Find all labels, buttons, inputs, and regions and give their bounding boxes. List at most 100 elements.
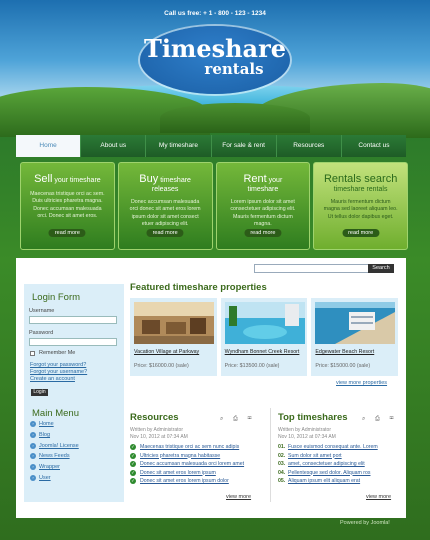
property-card[interactable]: Edgewater Beach Resort Price: $15000.00 … [311,298,399,376]
read-more-button[interactable]: read more [146,229,184,237]
main-menu-title: Main Menu [32,408,79,419]
menu-item-label: Blog [39,431,51,438]
login-form-title: Login Form [32,292,81,303]
list-item[interactable]: ✓ Donec sit amet eros lorem ipsum [130,469,244,479]
property-card[interactable]: Wyndham Bonnet Creek Resort Price: $1350… [220,298,308,376]
article-action-icons[interactable]: ⌕ ⎙ ✉ [362,416,398,423]
list-item[interactable]: 02. Sum dolor sit amet port [278,453,378,462]
menu-item-label: Wrapper [39,464,60,471]
list-item[interactable]: ✓ Maecenas tristique orci ac sem nunc adi… [130,444,244,453]
view-more-properties-link[interactable]: view more properties [336,380,387,386]
resources-view-more-link[interactable]: view more [226,494,251,500]
search-button[interactable]: Search [368,264,394,273]
feature-text: Maecenas tristique orci ac sem. Duis ult… [30,191,105,219]
list-item-number: 04. [278,469,286,476]
resources-meta: Written by Administrator Nov 10, 2012 at… [130,427,188,440]
password-label: Password [29,330,54,336]
list-item-label: Ultricies pharetra magna habitasse [140,452,221,459]
search-input[interactable] [254,264,380,273]
main-menu-item-news-feeds[interactable]: › News Feeds [30,453,79,464]
list-item[interactable]: 05. Aliquam ipsum elit aliquam erat [278,478,378,487]
arrow-right-icon: › [30,453,36,460]
main-menu-item-blog[interactable]: › Blog [30,431,79,443]
property-photo-pool[interactable] [224,302,305,344]
nav-my-timeshare[interactable]: My timeshare [145,135,210,157]
feature-buy: Buy timeshare releases Donec accumsan ma… [117,162,213,250]
login-button[interactable]: Login [31,389,48,396]
arrow-right-icon: › [30,421,36,427]
nav-for-sale-rent[interactable]: For sale & rent [210,135,276,157]
nav-about-us[interactable]: About us [80,135,145,157]
remember-me-label: Remember Me [39,350,76,356]
list-item-label: amet, consectetuer adipiscing elit [288,461,365,467]
create-account-link[interactable]: Create an account [30,376,75,382]
property-card[interactable]: Vacation Village at Parkway Price: $1600… [130,298,217,376]
feature-text: Lorem ipsum dolor sit amet consectetuer … [230,199,296,227]
check-icon: ✓ [130,444,136,450]
powered-by[interactable]: Powered by Joomla! [340,520,390,526]
logo-title: Timeshare [143,34,287,63]
meta-author: Written by Administrator [278,427,331,433]
read-more-button[interactable]: read more [244,229,282,237]
hill-middle [160,103,310,133]
forgot-password-link[interactable]: Forgot your password? [30,362,86,368]
list-item[interactable]: ✓ Ultricies pharetra magna habitasse [130,452,244,462]
meta-date: Nov 10, 2012 at 07:34 AM [130,433,188,440]
property-photo-interior[interactable] [134,302,214,344]
list-item-label: Maecenas tristique orci ac sem nunc adip… [140,444,240,450]
main-menu-item-home[interactable]: › Home [30,421,79,432]
property-name[interactable]: Wyndham Bonnet Creek Resort [225,349,307,356]
feature-title: Buy [139,173,159,185]
read-more-button[interactable]: read more [48,229,86,237]
feature-title-small: timeshare [158,177,191,184]
list-item-number: 05. [278,478,286,484]
property-name[interactable]: Edgewater Beach Resort [315,349,397,356]
list-item[interactable]: ✓ Donec accumsan malesuada orci lorem ame… [130,461,244,470]
list-item[interactable]: 03. amet, consectetuer adipiscing elit [278,461,378,470]
list-item[interactable]: ✓ Donec sit amet eros lorem ipsum dolor [130,478,244,487]
top-timeshares-view-more-link[interactable]: view more [366,494,391,500]
nav-home[interactable]: Home [16,135,81,157]
feature-title: Sell [34,173,53,185]
menu-item-label: News Feeds [39,453,70,460]
arrow-right-icon: › [30,431,36,438]
top-timeshares-title: Top timeshares [278,412,348,423]
logo-subtitle: rentals [204,60,264,78]
list-item[interactable]: 04. Pellentesque sed dolor. Aliquam ros [278,470,378,479]
list-item-label: Donec accumsan malesuada orci lorem amet [140,461,245,467]
feature-sell: Sell your timeshare Maecenas tristique o… [20,162,115,250]
feature-text: Mauris fermentum dictum magna sed laoree… [323,199,398,220]
meta-date: Nov 10, 2012 at 07:34 AM [278,433,336,440]
arrow-right-icon: › [30,442,36,449]
site-logo[interactable]: Timeshare rentals [140,26,290,94]
read-more-button[interactable]: read more [342,229,380,237]
article-action-icons[interactable]: ⌕ ⎙ ✉ [220,416,256,423]
main-menu-item-license[interactable]: › Joomla! License [30,442,79,454]
header-phone: Call us free: + 1 - 800 - 123 - 1234 [164,10,266,17]
property-price: Price: $13500.00 (sale) [224,363,280,369]
password-field[interactable] [29,338,117,346]
property-price: Price: $15000.00 (sale) [315,363,371,369]
username-field[interactable] [29,316,117,324]
main-menu-item-wrapper[interactable]: › Wrapper [30,464,79,475]
main-content: Search Login Form Username Password Reme… [16,258,406,518]
check-icon: ✓ [130,452,136,459]
forgot-username-link[interactable]: Forgot your username? [30,369,87,375]
feature-title: Rent [243,173,267,185]
feature-text: Donec accumsan malesuada orci donec sit … [129,199,201,227]
property-photo-beach[interactable] [315,302,396,344]
feature-title-small: your timeshare [52,177,101,184]
main-menu-item-user[interactable]: › User [30,474,79,486]
list-item-label: Sum dolor sit amet port [288,452,342,459]
resources-list: ✓ Maecenas tristique orci ac sem nunc adi… [130,444,244,487]
nav-resources[interactable]: Resources [275,135,341,157]
property-name[interactable]: Vacation Village at Parkway [134,349,216,356]
list-item[interactable]: 01. Fusce euismod consequat ante. Lorem [278,444,378,453]
list-item-label: Donec sit amet eros lorem ipsum [140,469,216,476]
menu-item-label: Joomla! License [39,442,79,449]
nav-contact-us[interactable]: Contact us [340,135,406,157]
top-timeshares-list: 01. Fusce euismod consequat ante. Lorem 0… [278,444,378,487]
page: Call us free: + 1 - 800 - 123 - 1234 Tim… [0,0,430,540]
remember-me-checkbox[interactable] [30,351,35,356]
feature-rent: Rent your timeshare Lorem ipsum dolor si… [215,162,311,250]
